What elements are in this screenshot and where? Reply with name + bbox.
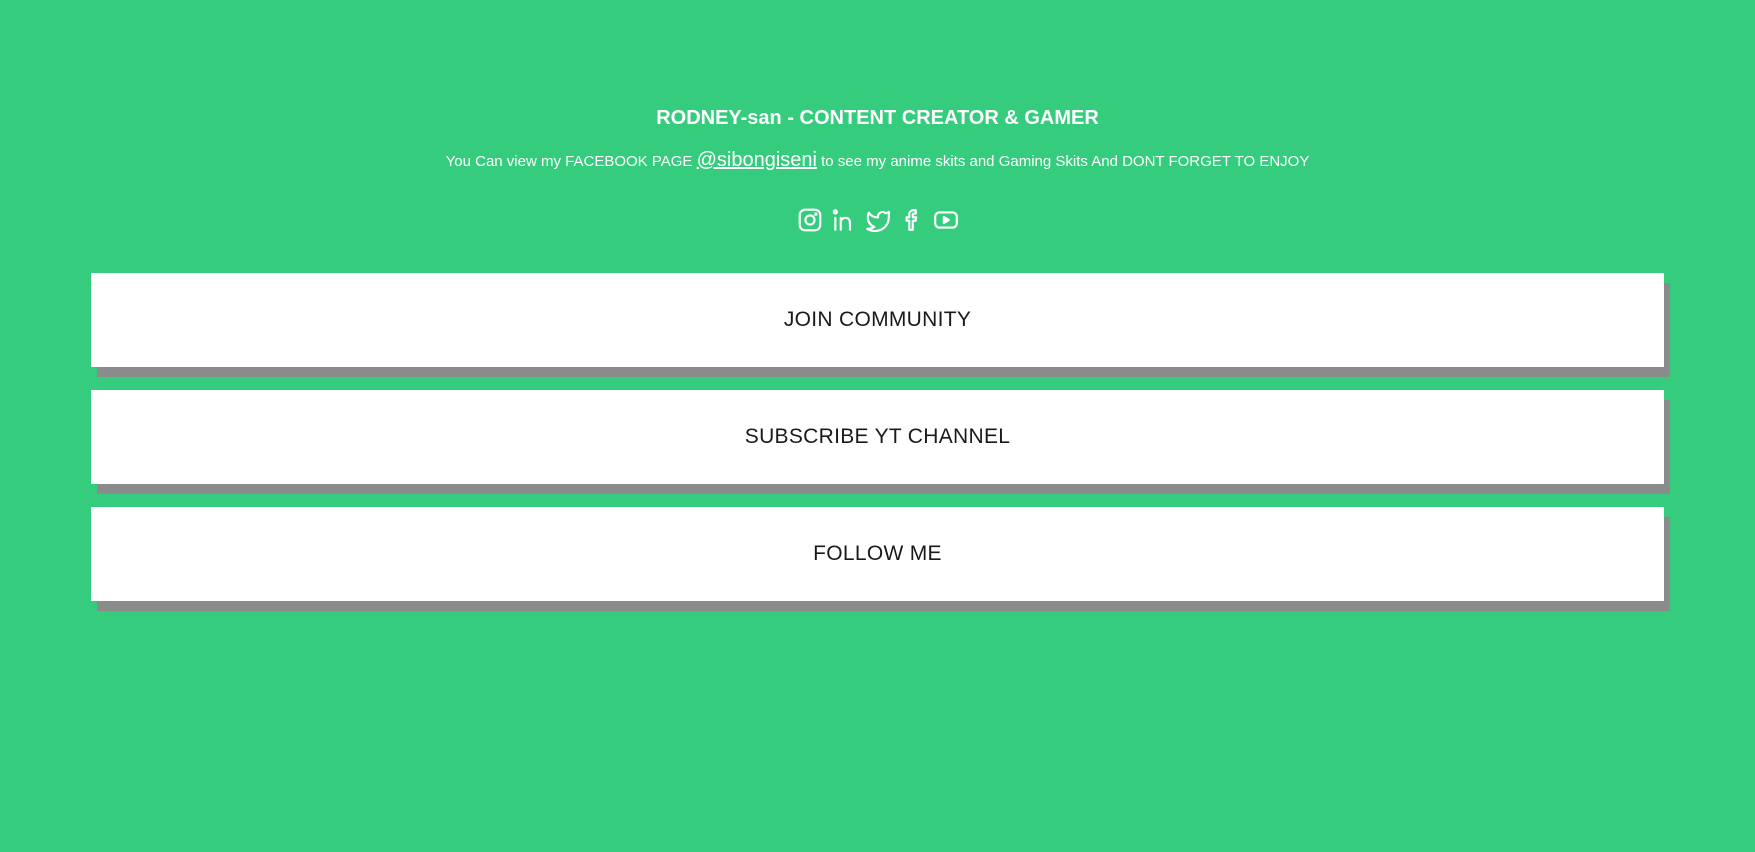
social-icons-row (0, 206, 1755, 234)
page-title: RODNEY-san - CONTENT CREATOR & GAMER (656, 107, 1099, 129)
join-community-button[interactable]: JOIN COMMUNITY (91, 273, 1664, 367)
twitter-icon[interactable] (864, 206, 892, 234)
facebook-handle-link[interactable]: @sibongiseni (697, 149, 817, 171)
instagram-icon[interactable] (796, 206, 824, 234)
follow-me-button[interactable]: FOLLOW ME (91, 507, 1664, 601)
subtitle-text-after: to see my anime skits and Gaming Skits A… (816, 153, 1310, 170)
subtitle-text-before: You Can view my FACEBOOK PAGE (445, 153, 697, 170)
youtube-icon[interactable] (932, 206, 960, 234)
facebook-icon[interactable] (898, 206, 926, 234)
linkedin-icon[interactable] (830, 206, 858, 234)
subscribe-yt-channel-button[interactable]: SUBSCRIBE YT CHANNEL (91, 390, 1664, 484)
page-subtitle: You Can view my FACEBOOK PAGE @sibongise… (0, 147, 1755, 175)
